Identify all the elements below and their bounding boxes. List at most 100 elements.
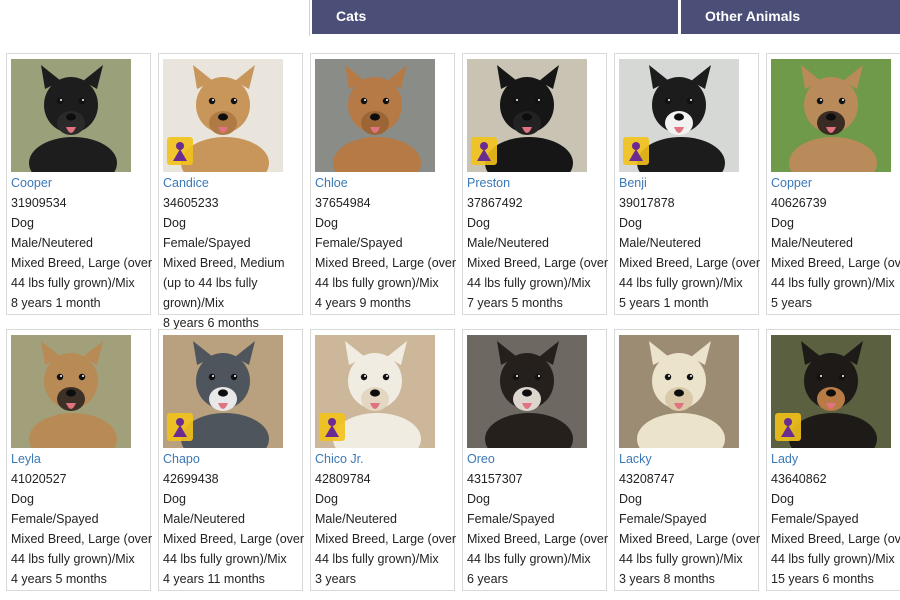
pet-age: 6 years [467,572,508,586]
pet-card: Chloe 37654984 Dog Female/Spayed Mixed Breed… [310,53,456,315]
pet-name-link[interactable]: Oreo [467,450,606,469]
pet-breed: Mixed Breed, Large (over 44 lbs fully gr… [11,532,153,566]
pet-age: 3 years 8 months [619,572,715,586]
tab-cats[interactable]: Cats [312,0,678,34]
pet-photo[interactable] [163,335,283,448]
pet-age: 5 years 1 month [619,296,709,310]
pet-name-link[interactable]: Benji [619,174,758,193]
pet-sex: Female/Spayed [315,236,403,250]
pet-breed: Mixed Breed, Large (over 44 lbs fully gr… [467,256,609,290]
pet-breed: Mixed Breed, Large (over 44 lbs fully gr… [163,532,305,566]
pet-name-link[interactable]: Chico Jr. [315,450,454,469]
pet-card: Cooper 31909534 Dog Male/Neutered Mixed Bree… [6,53,153,315]
pet-photo[interactable] [163,59,283,172]
pet-card: Candice 34605233 Dog Female/Spayed Mixed Bre… [158,53,303,330]
pet-sex: Male/Neutered [619,236,701,250]
pet-sex: Male/Neutered [163,512,245,526]
pet-breed: Mixed Breed, Large (over 44 lbs fully gr… [619,532,761,566]
pet-species: Dog [11,216,34,230]
pet-photo[interactable] [619,335,739,448]
pet-species: Dog [619,492,642,506]
pet-id: 37867492 [467,196,523,210]
pet-photo[interactable] [619,59,739,172]
dog-photo-image [619,59,739,172]
pet-card: Leyla 41020527 Dog Female/Spayed Mixed Breed… [6,329,153,591]
pet-age: 5 years [771,296,812,310]
pet-age: 15 years 6 months [771,572,874,586]
pet-name-link[interactable]: Chloe [315,174,454,193]
pet-species: Dog [467,492,490,506]
pet-species: Dog [163,216,186,230]
pet-species: Dog [467,216,490,230]
top-divider [309,0,310,36]
pet-sex: Male/Neutered [771,236,853,250]
pet-name-link[interactable]: Leyla [11,450,150,469]
pet-card: Benji 39017878 Dog Male/Neutered Mixed Breed… [614,53,760,315]
pet-name-link[interactable]: Candice [163,174,302,193]
pet-photo[interactable] [315,335,435,448]
pet-photo[interactable] [771,335,891,448]
pet-age: 4 years 5 months [11,572,107,586]
pet-id: 42699438 [163,472,219,486]
pet-card: Chapo 42699438 Dog Male/Neutered Mixed Breed… [158,329,305,591]
pet-id: 41020527 [11,472,67,486]
pet-id: 43208747 [619,472,675,486]
dog-photo-image [315,335,435,448]
pet-name-link[interactable]: Preston [467,174,606,193]
pet-photo[interactable] [467,59,587,172]
pet-age: 3 years [315,572,356,586]
pet-species: Dog [771,216,794,230]
pet-card: Lacky 43208747 Dog Female/Spayed Mixed Breed… [614,329,761,591]
pet-id: 37654984 [315,196,371,210]
pet-card: Oreo 43157307 Dog Female/Spayed Mixed Breed,… [462,329,609,591]
pet-species: Dog [315,492,338,506]
pet-photo[interactable] [467,335,587,448]
dog-photo-image [771,335,891,448]
pet-id: 43640862 [771,472,827,486]
pet-sex: Male/Neutered [315,512,397,526]
pet-age: 8 years 1 month [11,296,101,310]
pet-breed: Mixed Breed, Large (over 44 lbs fully gr… [467,532,609,566]
pet-id: 40626739 [771,196,827,210]
pet-sex: Female/Spayed [467,512,555,526]
pet-age: 4 years 9 months [315,296,411,310]
pet-sex: Male/Neutered [11,236,93,250]
pet-sex: Female/Spayed [619,512,707,526]
dog-photo-image [771,59,891,172]
pet-name-link[interactable]: Lacky [619,450,758,469]
pet-name-link[interactable]: Chapo [163,450,302,469]
pet-id: 43157307 [467,472,523,486]
dog-photo-image [467,335,587,448]
dog-photo-image [11,335,131,448]
pet-card: Copper 40626739 Dog Male/Neutered Mixed Bree… [766,53,900,315]
dog-photo-image [315,59,435,172]
pet-breed: Mixed Breed, Large (over 44 lbs fully gr… [771,532,900,566]
pet-id: 39017878 [619,196,675,210]
pet-species: Dog [315,216,338,230]
pet-breed: Mixed Breed, Large (over 44 lbs fully gr… [11,256,153,290]
pet-name-link[interactable]: Copper [771,174,900,193]
pet-breed: Mixed Breed, Medium (up to 44 lbs fully … [163,256,285,310]
pet-id: 31909534 [11,196,67,210]
pet-species: Dog [163,492,186,506]
pet-id: 34605233 [163,196,219,210]
pet-species: Dog [771,492,794,506]
pet-sex: Female/Spayed [11,512,99,526]
pet-species: Dog [619,216,642,230]
dog-photo-image [619,335,739,448]
pet-photo[interactable] [11,335,131,448]
pet-name-link[interactable]: Cooper [11,174,150,193]
pet-photo[interactable] [11,59,131,172]
pet-sex: Male/Neutered [467,236,549,250]
pet-card: Chico Jr. 42809784 Dog Male/Neutered Mixed B… [310,329,456,591]
pet-age: 4 years 11 months [163,572,265,586]
pet-age: 7 years 5 months [467,296,563,310]
tab-other-animals[interactable]: Other Animals [681,0,900,34]
pet-card: Preston 37867492 Dog Male/Neutered Mixed Bre… [462,53,609,315]
dog-photo-image [163,59,283,172]
pet-name-link[interactable]: Lady [771,450,900,469]
pet-breed: Mixed Breed, Large (over 44 lbs fully gr… [771,256,900,290]
pet-sex: Female/Spayed [771,512,859,526]
pet-photo[interactable] [771,59,891,172]
pet-photo[interactable] [315,59,435,172]
